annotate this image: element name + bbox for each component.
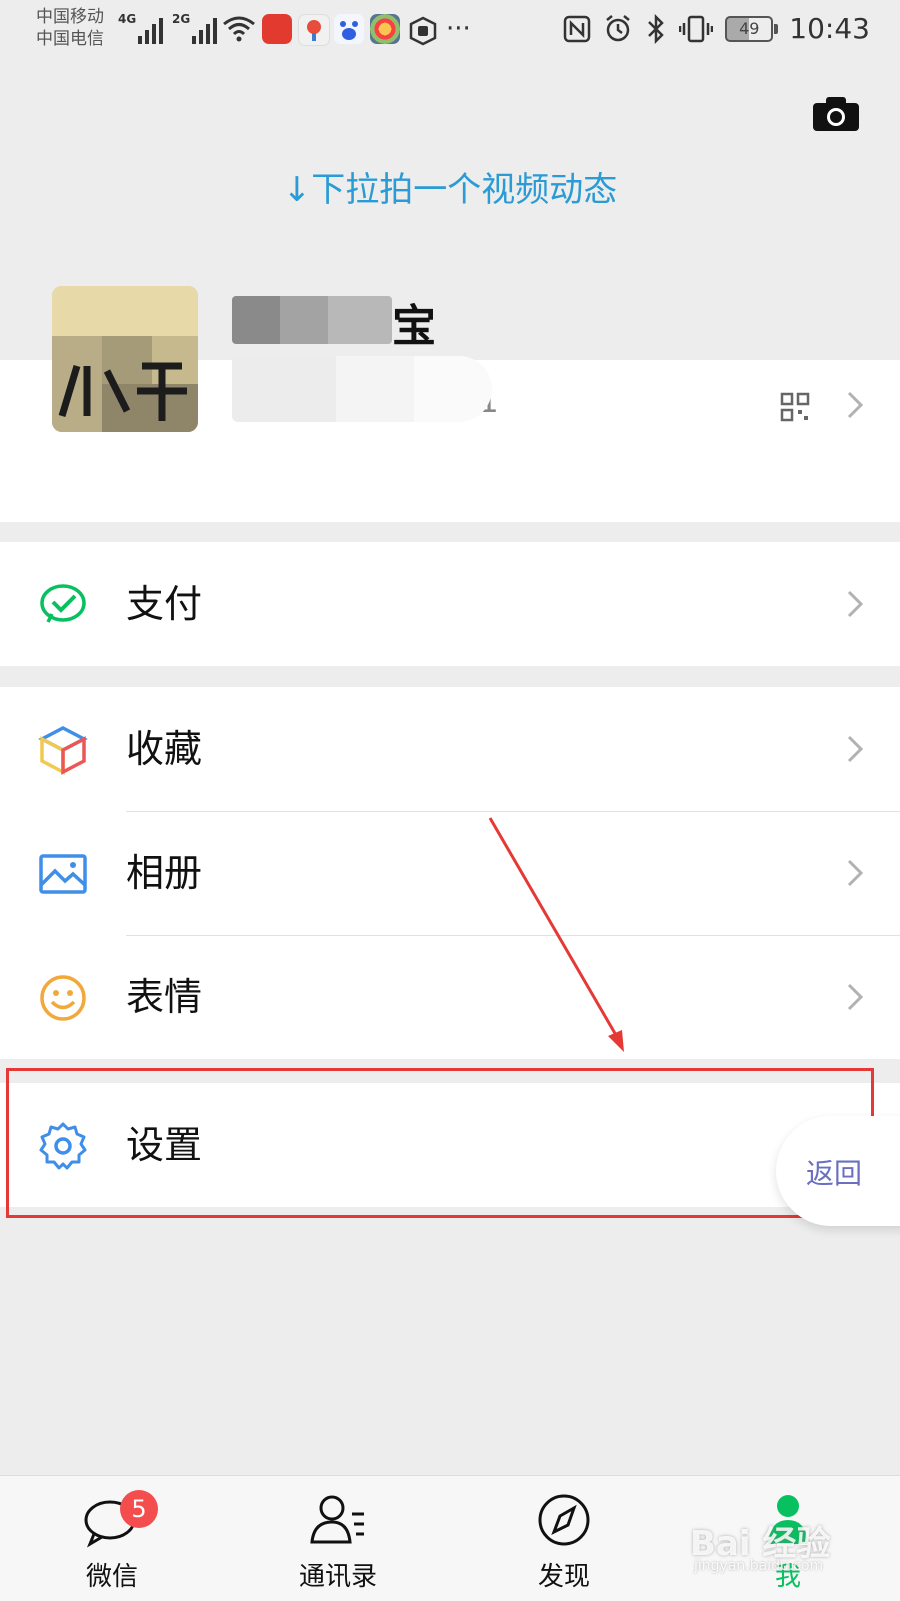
contacts-icon [310,1495,364,1544]
tab-label-discover: 发现 [537,1562,590,1592]
compass-icon [538,1494,590,1546]
back-label: 返回 [806,1157,863,1190]
floating-back-button[interactable]: 返回 [776,1116,900,1226]
tab-chats[interactable]: 5 微信 [32,1476,192,1601]
tab-contacts[interactable]: 通讯录 [258,1476,418,1601]
tab-discover[interactable]: 发现 [484,1476,644,1601]
baidu-watermark-url: jingyan.baidu.com [694,1558,824,1574]
annotation-highlight-box [6,1068,874,1218]
annotation-arrow [488,817,624,1052]
unread-badge: 5 [120,1490,158,1528]
tab-label-contacts: 通讯录 [298,1562,377,1592]
tab-label-chats: 微信 [85,1562,138,1592]
